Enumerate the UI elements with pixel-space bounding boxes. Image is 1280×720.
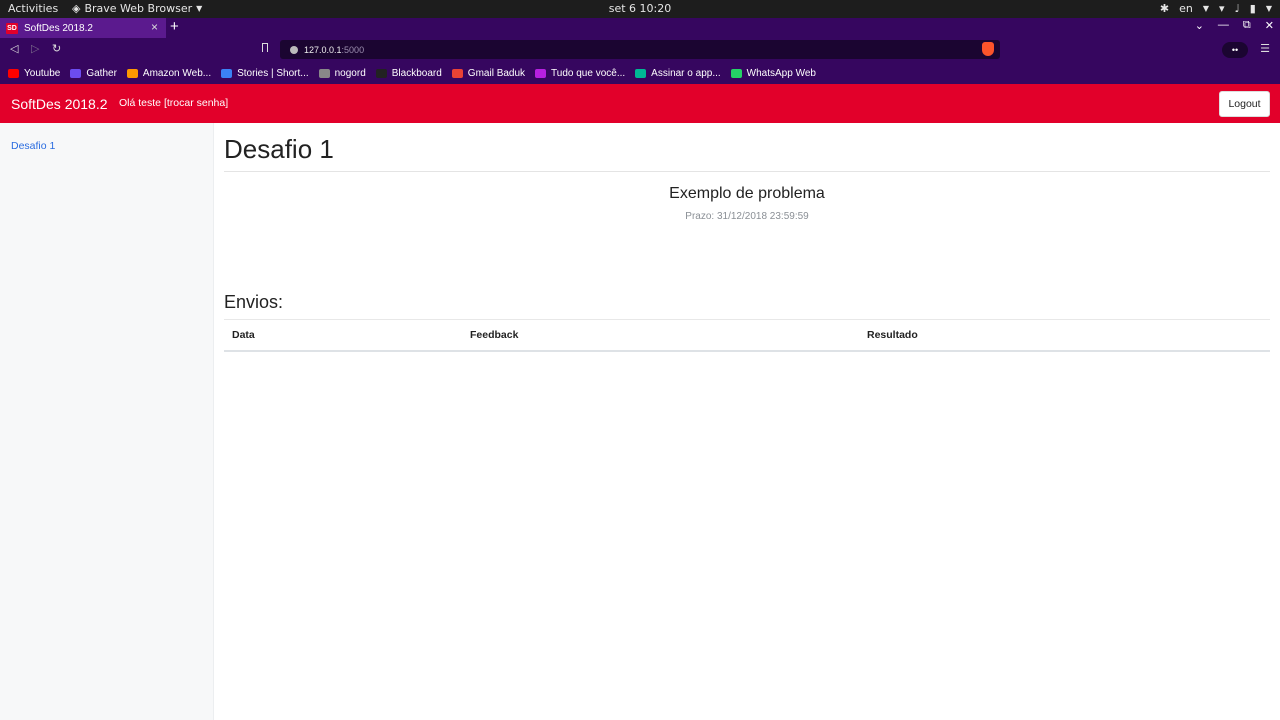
app-navbar: SoftDes 2018.2 Olá teste [trocar senha] … bbox=[0, 84, 1280, 123]
deadline-text: Prazo: 31/12/2018 23:59:59 bbox=[685, 211, 809, 222]
bookmark-item[interactable]: Stories | Short... bbox=[221, 68, 309, 79]
brave-shield-icon[interactable] bbox=[982, 42, 994, 56]
site-info-icon[interactable] bbox=[290, 45, 298, 54]
app-menu[interactable]: ◈ Brave Web Browser ▼ bbox=[72, 2, 202, 15]
bookmark-label: Gmail Baduk bbox=[467, 67, 526, 79]
browser-toolbar: ◁ ▷ ↻ 127.0.0.1:5000 •• ☰ bbox=[0, 38, 1280, 62]
back-icon[interactable]: ◁ bbox=[10, 42, 18, 55]
bookmark-item[interactable]: Assinar o app... bbox=[635, 67, 721, 79]
browser-tab[interactable]: SD SoftDes 2018.2 × bbox=[0, 18, 166, 38]
bookmark-favicon-icon bbox=[126, 68, 138, 78]
close-window-icon[interactable]: ✕ bbox=[1265, 19, 1274, 32]
app-menu-label: Brave Web Browser bbox=[84, 2, 193, 15]
greeting-link[interactable]: Olá teste [trocar senha] bbox=[119, 97, 228, 109]
bookmark-label: Gather bbox=[86, 67, 117, 79]
brand-link[interactable]: SoftDes 2018.2 bbox=[11, 96, 108, 112]
bookmark-label: nogord bbox=[334, 67, 366, 79]
page-title: Desafio 1 bbox=[224, 134, 334, 164]
new-tab-button[interactable]: + bbox=[170, 18, 179, 35]
column-header-feedback: Feedback bbox=[470, 329, 519, 341]
chevron-down-icon: ▼ bbox=[1265, 4, 1272, 13]
logout-button[interactable]: Logout bbox=[1219, 91, 1270, 117]
bookmark-label: WhatsApp Web bbox=[746, 67, 816, 79]
forward-icon[interactable]: ▷ bbox=[31, 42, 39, 55]
column-header-resultado: Resultado bbox=[867, 329, 918, 341]
system-tray[interactable]: ✱ en ▼ ▾ ♩ ▮ ▼ bbox=[1160, 2, 1272, 15]
chevron-down-icon: ▼ bbox=[1202, 4, 1210, 13]
battery-icon: ▮ bbox=[1249, 2, 1256, 15]
problem-title: Exemplo de problema bbox=[669, 185, 825, 202]
reload-icon[interactable]: ↻ bbox=[52, 42, 61, 55]
bookmark-label: Stories | Short... bbox=[237, 67, 309, 79]
close-icon[interactable]: × bbox=[151, 20, 158, 34]
submissions-heading: Envios: bbox=[224, 292, 284, 312]
menu-icon[interactable]: ☰ bbox=[1260, 42, 1270, 55]
main-content: Desafio 1 Exemplo de problema Prazo: 31/… bbox=[214, 123, 1280, 720]
bookmark-label: Youtube bbox=[24, 67, 61, 79]
chevron-down-icon[interactable]: ⌄ bbox=[1195, 19, 1204, 32]
bookmark-favicon-icon bbox=[8, 68, 19, 78]
bookmark-favicon-icon bbox=[70, 68, 82, 78]
bookmark-item[interactable]: Gather bbox=[70, 68, 117, 79]
bookmark-item[interactable]: Tudo que você... bbox=[535, 68, 625, 79]
bookmark-label: Amazon Web... bbox=[142, 67, 212, 79]
brave-icon: ◈ bbox=[72, 2, 81, 15]
sidebar: Desafio 1 bbox=[0, 123, 214, 720]
bookmark-favicon-icon bbox=[535, 68, 547, 78]
bookmark-favicon-icon bbox=[221, 68, 233, 78]
sidebar-item-desafio-1[interactable]: Desafio 1 bbox=[11, 140, 55, 152]
minimize-icon[interactable]: — bbox=[1218, 19, 1229, 32]
bookmark-item[interactable]: Youtube bbox=[8, 68, 60, 79]
bookmark-favicon-icon bbox=[375, 68, 387, 78]
puzzle-icon: ✱ bbox=[1159, 2, 1170, 15]
language-indicator[interactable]: en bbox=[1179, 2, 1193, 15]
bookmark-favicon-icon bbox=[635, 68, 647, 78]
bookmark-label: Tudo que você... bbox=[551, 67, 626, 79]
url-port: :5000 bbox=[341, 44, 365, 55]
favicon-icon: SD bbox=[6, 22, 18, 34]
bookmark-icon[interactable] bbox=[262, 43, 268, 52]
activities-button[interactable]: Activities bbox=[8, 2, 58, 15]
submissions-table-header: Data Feedback Resultado bbox=[224, 320, 1270, 352]
bookmark-favicon-icon bbox=[451, 68, 463, 78]
bookmark-item[interactable]: Gmail Baduk bbox=[451, 67, 526, 79]
chevron-down-icon: ▼ bbox=[196, 4, 203, 13]
window-controls: ⌄ — ⧉ ✕ bbox=[1195, 19, 1274, 32]
url-host: 127.0.0.1 bbox=[304, 44, 342, 55]
bookmark-item[interactable]: Blackboard bbox=[375, 67, 442, 79]
system-top-bar: Activities ◈ Brave Web Browser ▼ set 6 1… bbox=[0, 0, 1280, 18]
bookmark-label: Assinar o app... bbox=[651, 67, 721, 79]
tab-strip: SD SoftDes 2018.2 × + ⌄ — ⧉ ✕ bbox=[0, 18, 1280, 38]
bookmark-item[interactable]: nogord bbox=[318, 67, 366, 79]
divider bbox=[224, 171, 1270, 172]
column-header-data: Data bbox=[232, 329, 255, 341]
address-bar[interactable]: 127.0.0.1:5000 bbox=[280, 40, 1000, 59]
bookmark-item[interactable]: Amazon Web... bbox=[126, 67, 212, 79]
bookmark-item[interactable]: WhatsApp Web bbox=[730, 67, 816, 79]
wifi-icon: ▾ bbox=[1219, 2, 1225, 15]
tab-title: SoftDes 2018.2 bbox=[24, 22, 93, 34]
bookmark-label: Blackboard bbox=[391, 67, 442, 79]
volume-icon: ♩ bbox=[1234, 2, 1240, 15]
bookmark-favicon-icon bbox=[318, 68, 330, 78]
bookmark-favicon-icon bbox=[730, 68, 742, 78]
bookmarks-bar: Youtube Gather Amazon Web... Stories | Shor… bbox=[0, 62, 1280, 84]
restore-icon[interactable]: ⧉ bbox=[1243, 19, 1251, 32]
extension-icon[interactable]: •• bbox=[1222, 42, 1248, 58]
